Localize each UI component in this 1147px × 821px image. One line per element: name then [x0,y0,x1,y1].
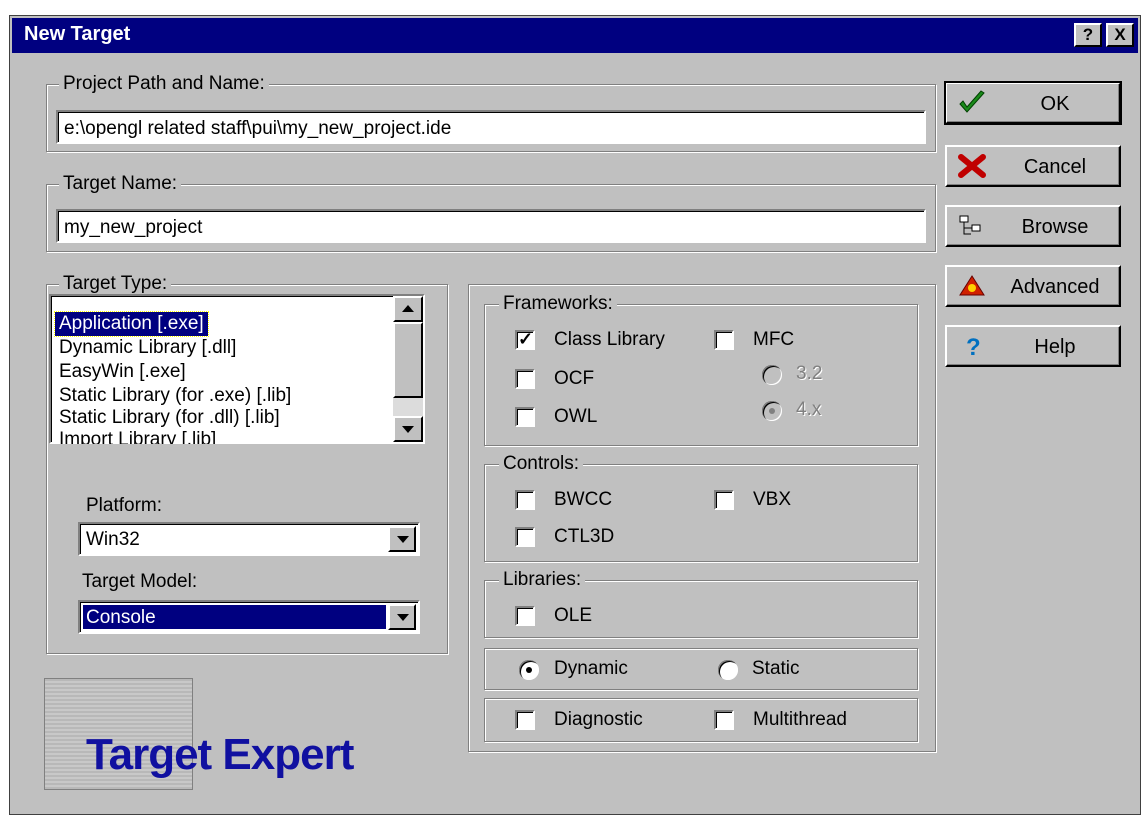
runtime-options-group [484,698,918,742]
mfc-4x-label: 4.x [796,399,822,420]
controls-label: Controls: [499,453,584,475]
ok-button-label: OK [1040,93,1070,115]
tree-icon [959,215,981,235]
list-item[interactable]: EasyWin [.exe] [55,360,190,384]
target-name-input[interactable]: my_new_project [56,209,926,243]
ok-button[interactable]: OK [944,81,1122,125]
browse-button[interactable]: Browse [945,205,1121,247]
advanced-button-label: Advanced [1010,276,1100,298]
list-item[interactable]: Static Library (for .dll) [.lib] [55,406,284,430]
window-title: New Target [24,23,131,45]
target-name-value: my_new_project [64,217,203,238]
list-item[interactable]: Static Library (for .exe) [.lib] [55,384,295,408]
frameworks-label: Frameworks: [499,293,617,315]
down-arrow-icon [402,426,414,433]
radio-dot [526,667,532,673]
mfc-checkbox[interactable] [714,330,734,350]
cancel-button[interactable]: Cancel [945,145,1121,187]
title-bar[interactable]: New Target ? X [12,18,1138,53]
title-close-button[interactable]: X [1106,23,1134,47]
list-scrollbar[interactable] [393,296,423,442]
target-model-select[interactable]: Console [78,600,420,634]
bwcc-checkbox[interactable] [515,490,535,510]
list-item[interactable]: Application [.exe] [54,311,209,337]
static-radio[interactable] [718,660,738,680]
static-label: Static [752,658,800,679]
project-path-value: e:\opengl related staff\pui\my_new_proje… [64,118,452,139]
ocf-checkbox[interactable] [515,369,535,389]
platform-select[interactable]: Win32 [78,522,420,556]
vbx-checkbox[interactable] [714,490,734,510]
vbx-label: VBX [753,489,792,510]
radio-dot [769,408,775,414]
target-model-label: Target Model: [82,571,198,592]
diagnostic-checkbox[interactable] [515,710,535,730]
target-model-value: Console [86,607,156,628]
scroll-down-button[interactable] [393,416,423,442]
controls-group: Controls: [484,453,918,562]
owl-checkbox[interactable] [515,407,535,427]
ocf-label: OCF [554,368,595,389]
svg-text:?: ? [966,334,981,359]
mfc-3-2-radio[interactable] [762,365,782,385]
chevron-down-icon [397,536,409,543]
platform-value: Win32 [86,529,140,550]
cancel-button-label: Cancel [1023,156,1087,178]
mfc-3-2-label: 3.2 [796,363,823,384]
question-icon: ? [966,334,981,359]
checkmark-icon [959,90,985,113]
dynamic-radio[interactable] [519,660,539,680]
advanced-button[interactable]: Advanced [945,265,1121,307]
class-library-label: Class Library [554,329,665,350]
owl-label: OWL [554,406,598,427]
scroll-thumb[interactable] [393,322,423,398]
help-button-label: Help [1034,336,1076,358]
diagnostic-label: Diagnostic [554,709,643,730]
target-type-listbox[interactable]: Application [.exe] Dynamic Library [.dll… [49,294,425,444]
target-name-label: Target Name: [59,173,182,195]
dynamic-label: Dynamic [554,658,628,679]
ctl3d-label: CTL3D [554,526,615,547]
ole-label: OLE [554,605,593,626]
platform-dropdown-button[interactable] [388,526,416,552]
bwcc-label: BWCC [554,489,613,510]
target-type-label: Target Type: [59,273,172,295]
scroll-up-button[interactable] [393,296,423,322]
ctl3d-checkbox[interactable] [515,527,535,547]
mfc-4x-radio[interactable] [762,401,782,421]
mfc-label: MFC [753,329,795,350]
x-icon [958,154,986,178]
class-library-checkbox[interactable]: ✓ [515,329,535,350]
list-item[interactable]: Dynamic Library [.dll] [55,336,240,360]
ole-checkbox[interactable] [515,606,535,626]
list-item[interactable]: Import Library [.lib] [55,430,220,444]
linking-group [484,648,918,690]
help-button[interactable]: ? Help [945,325,1121,367]
multithread-checkbox[interactable] [714,710,734,730]
chevron-down-icon [397,614,409,621]
up-arrow-icon [402,305,414,312]
title-help-button[interactable]: ? [1074,23,1102,47]
target-model-dropdown-button[interactable] [388,604,416,630]
project-path-label: Project Path and Name: [59,73,269,95]
check-icon: ✓ [518,329,534,349]
browse-button-label: Browse [1021,216,1089,238]
libraries-group: Libraries: [484,569,918,638]
target-expert-logo-text: Target Expert [86,730,354,779]
multithread-label: Multithread [753,709,847,730]
project-path-input[interactable]: e:\opengl related staff\pui\my_new_proje… [56,110,926,144]
libraries-label: Libraries: [499,569,586,591]
platform-label: Platform: [86,495,163,516]
advanced-icon [959,275,985,296]
frameworks-group: Frameworks: [484,293,918,446]
